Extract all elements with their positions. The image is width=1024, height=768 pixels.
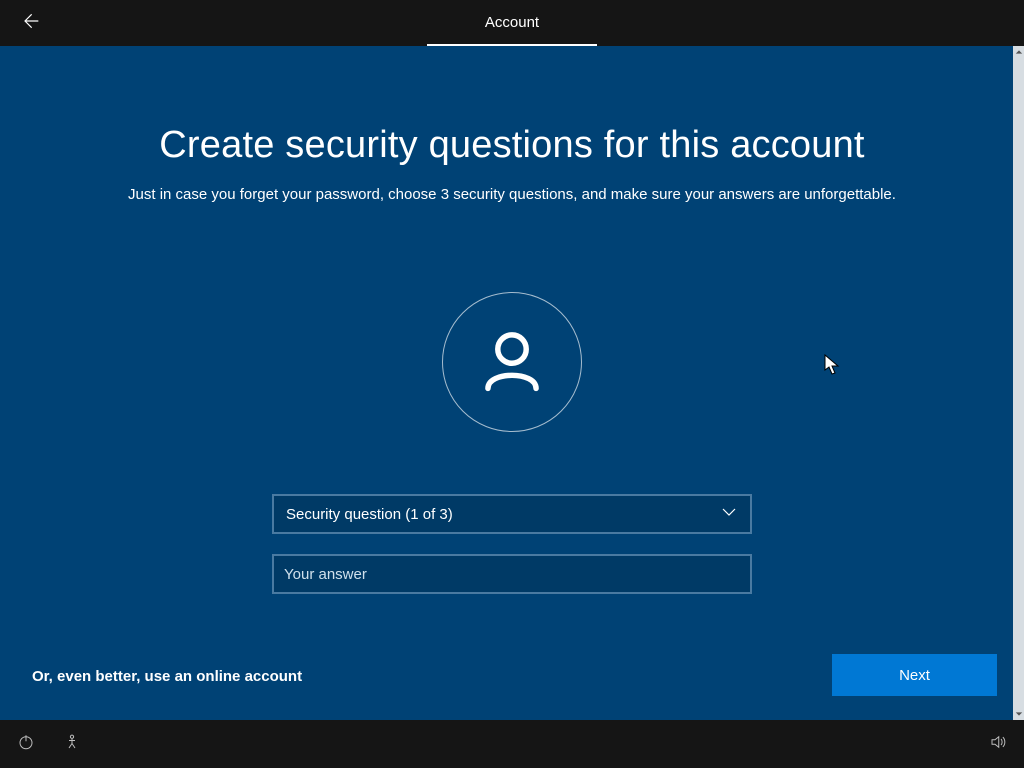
security-answer-input[interactable] [272,554,752,594]
security-question-dropdown-label: Security question (1 of 3) [286,506,453,523]
next-button[interactable]: Next [832,654,997,696]
power-button[interactable] [14,732,38,756]
title-bar: Account [0,0,1024,46]
scrollbar-down-arrow-icon[interactable] [1013,708,1024,720]
volume-button[interactable] [986,732,1010,756]
next-button-label: Next [899,667,930,684]
ease-of-access-button[interactable] [60,732,84,756]
tab-account[interactable]: Account [427,0,597,46]
use-online-account-link-label: Or, even better, use an online account [32,668,302,685]
page-title: Create security questions for this accou… [0,124,1024,167]
accessibility-icon [63,733,81,756]
use-online-account-link[interactable]: Or, even better, use an online account [32,668,302,685]
page-subtitle: Just in case you forget your password, c… [0,186,1024,203]
security-question-dropdown[interactable]: Security question (1 of 3) [272,494,752,534]
power-icon [17,733,35,756]
scrollbar-up-arrow-icon[interactable] [1013,46,1024,58]
chevron-down-icon [720,503,738,526]
back-arrow-icon [20,11,40,36]
user-icon [477,325,547,400]
system-tray-bar [0,720,1024,768]
tab-account-label: Account [485,14,539,31]
header-tabs: Account [0,0,1024,46]
speaker-icon [989,733,1007,756]
back-button[interactable] [10,0,50,46]
avatar [442,292,582,432]
